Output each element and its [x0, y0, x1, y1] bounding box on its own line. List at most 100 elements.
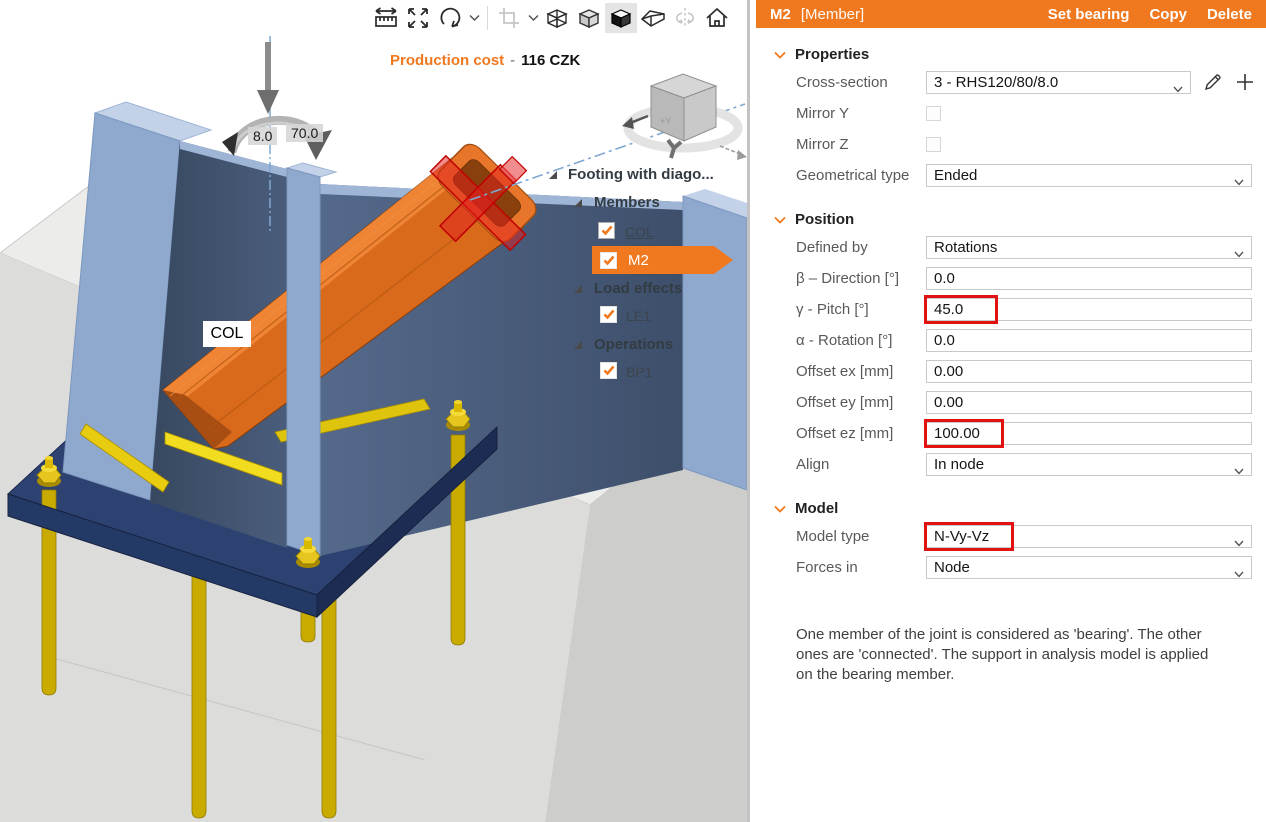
model-type-dropdown[interactable]: N-Vy-Vz [926, 525, 1252, 548]
alpha-rotation-input[interactable] [926, 329, 1252, 352]
tree-checkbox-bp1[interactable] [600, 362, 617, 379]
production-cost: Production cost-116 CZK [390, 52, 580, 69]
offset-ez-label: Offset ez [mm] [796, 425, 926, 442]
chevron-down-icon [1234, 245, 1244, 262]
edit-cross-section-icon[interactable] [1203, 72, 1223, 92]
toolbar-separator [487, 6, 488, 30]
beta-direction-input[interactable] [926, 267, 1252, 290]
production-cost-separator: - [510, 52, 515, 69]
add-cross-section-icon[interactable] [1235, 72, 1255, 92]
mirror-y-checkbox[interactable] [926, 106, 941, 121]
geometrical-type-dropdown[interactable]: Ended [926, 164, 1252, 187]
gamma-pitch-label: γ - Pitch [°] [796, 301, 926, 318]
copy-button[interactable]: Copy [1149, 6, 1187, 23]
clip-view-icon[interactable] [637, 3, 669, 33]
tree-item-le1[interactable]: LE1 [626, 308, 651, 324]
offset-ex-input[interactable] [926, 360, 1252, 383]
offset-ez-input[interactable] [926, 422, 1252, 445]
delete-button[interactable]: Delete [1207, 6, 1252, 23]
3d-scene[interactable]: +Y [0, 0, 747, 822]
measure-icon[interactable] [370, 3, 402, 33]
idea-statica-connection-window: +Y [0, 0, 1266, 822]
tree-checkbox-m2[interactable] [600, 252, 617, 269]
fit-view-icon[interactable] [402, 3, 434, 33]
section-properties-header[interactable]: Properties [756, 46, 1266, 63]
cross-section-value: 3 - RHS120/80/8.0 [934, 74, 1058, 91]
rotation-label-large: 70.0 [286, 124, 323, 142]
check-icon [603, 365, 615, 376]
bearing-help-text: One member of the joint is considered as… [796, 625, 1226, 685]
chevron-down-icon [1234, 565, 1244, 582]
mirror-z-checkbox[interactable] [926, 137, 941, 152]
chevron-down-icon [774, 505, 786, 513]
gamma-pitch-input[interactable] [926, 298, 1252, 321]
section-position: Position Defined by Rotations β – Direct… [756, 211, 1266, 476]
production-cost-label: Production cost [390, 52, 504, 69]
chevron-down-icon [1234, 462, 1244, 479]
tree-item-bp1[interactable]: BP1 [626, 364, 652, 380]
section-model-header[interactable]: Model [756, 500, 1266, 517]
cross-section-label: Cross-section [796, 74, 926, 91]
offset-ex-label: Offset ex [mm] [796, 363, 926, 380]
tree-expander-icon[interactable] [548, 170, 558, 180]
align-label: Align [796, 456, 926, 473]
tree-checkbox-col[interactable] [598, 222, 615, 239]
tree-expander-icon[interactable] [573, 340, 583, 350]
offset-ey-input[interactable] [926, 391, 1252, 414]
mirror-view-icon[interactable] [669, 3, 701, 33]
tree-item-m2-selected[interactable]: M2 [592, 246, 714, 274]
defined-by-dropdown[interactable]: Rotations [926, 236, 1252, 259]
member-properties-panel: M2 [Member] Set bearing Copy Delete Prop… [756, 0, 1266, 822]
viewport-toolbar [370, 2, 733, 34]
section-position-header[interactable]: Position [756, 211, 1266, 228]
section-title: Properties [795, 46, 869, 63]
cross-section-dropdown[interactable]: 3 - RHS120/80/8.0 [926, 71, 1191, 94]
panel-divider[interactable] [747, 0, 750, 822]
rotation-label-small: 8.0 [248, 127, 277, 145]
section-view-icon[interactable] [493, 3, 525, 33]
tree-checkbox-le1[interactable] [600, 306, 617, 323]
mirror-y-label: Mirror Y [796, 105, 926, 122]
geometrical-type-label: Geometrical type [796, 167, 926, 184]
nav-cube[interactable]: +Y [622, 74, 747, 160]
align-dropdown[interactable]: In node [926, 453, 1252, 476]
section-view-options-icon[interactable] [525, 3, 541, 33]
forces-in-label: Forces in [796, 559, 926, 576]
tree-item-col[interactable]: COL [625, 224, 654, 240]
section-title: Model [795, 500, 838, 517]
forces-in-value: Node [934, 559, 970, 576]
forces-in-dropdown[interactable]: Node [926, 556, 1252, 579]
production-cost-value: 116 CZK [521, 52, 580, 69]
scene-member-label-col: COL [203, 321, 251, 347]
chevron-down-icon [774, 51, 786, 59]
model-type-value: N-Vy-Vz [934, 528, 989, 545]
geometrical-type-value: Ended [934, 167, 977, 184]
home-view-icon[interactable] [701, 3, 733, 33]
alpha-rotation-label: α - Rotation [°] [796, 332, 926, 349]
section-model: Model Model type N-Vy-Vz Forces in Node [756, 500, 1266, 579]
wireframe-view-icon[interactable] [541, 3, 573, 33]
set-bearing-button[interactable]: Set bearing [1048, 6, 1130, 23]
chevron-down-icon [1234, 534, 1244, 551]
tree-expander-icon[interactable] [573, 284, 583, 294]
tree-group-members[interactable]: Members [594, 194, 660, 211]
mirror-z-label: Mirror Z [796, 136, 926, 153]
chevron-down-icon [1234, 173, 1244, 190]
panel-subtitle: [Member] [801, 6, 864, 23]
section-title: Position [795, 211, 854, 228]
tree-root-item[interactable]: Footing with diago... [568, 166, 714, 183]
tree-expander-icon[interactable] [573, 198, 583, 208]
model-type-label: Model type [796, 528, 926, 545]
solid-view-icon[interactable] [605, 3, 637, 33]
rotate-view-options-icon[interactable] [466, 3, 482, 33]
offset-ey-label: Offset ey [mm] [796, 394, 926, 411]
3d-viewport[interactable]: +Y [0, 0, 747, 822]
chevron-down-icon [1173, 80, 1183, 97]
chevron-down-icon [774, 216, 786, 224]
beta-direction-label: β – Direction [°] [796, 270, 926, 287]
tree-group-operations[interactable]: Operations [594, 336, 673, 353]
defined-by-value: Rotations [934, 239, 997, 256]
hidden-lines-view-icon[interactable] [573, 3, 605, 33]
tree-group-load-effects[interactable]: Load effects [594, 280, 682, 297]
rotate-view-icon[interactable] [434, 3, 466, 33]
